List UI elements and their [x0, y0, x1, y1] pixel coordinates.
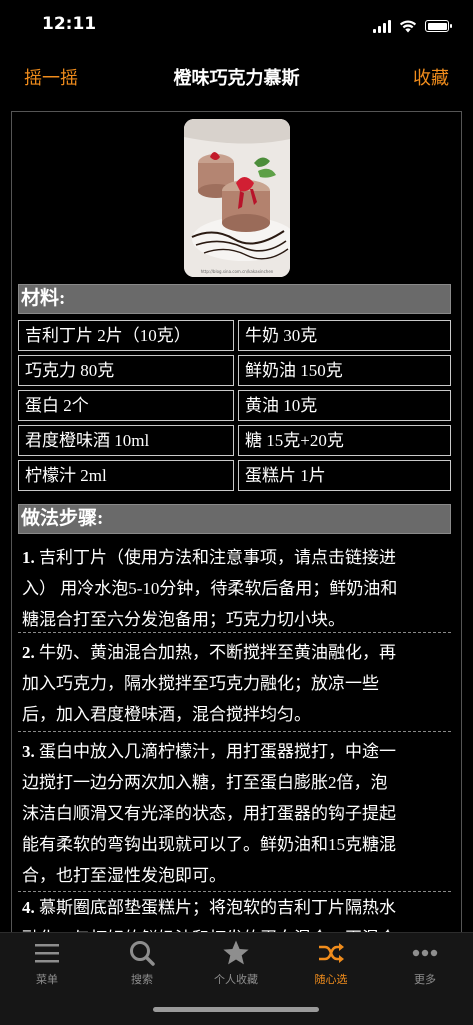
step-item: 3. 蛋白中放入几滴柠檬汁，用打蛋器搅打，中途一 边搅打一边分两次加入糖，打至蛋…	[18, 736, 451, 892]
tab-label: 随心选	[314, 973, 348, 986]
step-text: 吉利丁片（使用方法和注意事项，请点击链接进	[39, 548, 396, 567]
step-text: 蛋白中放入几滴柠檬汁，用打蛋器搅打，中途一	[39, 742, 396, 761]
step-number: 2.	[22, 643, 35, 662]
mousse-image	[184, 119, 290, 277]
status-time: 12:11	[42, 14, 97, 34]
wifi-icon	[399, 19, 417, 32]
tab-label: 菜单	[36, 973, 58, 986]
ingredient-cell: 君度橙味酒 10ml	[18, 425, 234, 456]
step-text: 入） 用冷水泡5-10分钟，待柔软后备用；鲜奶油和	[22, 579, 398, 598]
recipe-content[interactable]: http://blog.sina.com.cn/kakaxinchen 材料: …	[11, 111, 462, 935]
home-indicator[interactable]	[153, 1007, 319, 1012]
tab-favorites[interactable]: 个人收藏	[189, 933, 283, 993]
ingredients-header: 材料:	[18, 284, 451, 314]
star-icon	[223, 940, 249, 965]
status-bar: 12:11	[0, 0, 473, 50]
ingredient-cell: 蛋白 2个	[18, 390, 234, 421]
step-item: 4. 慕斯圈底部垫蛋糕片；将泡软的吉利丁片隔热水 融化，与打好的鲜奶油和打发的蛋…	[18, 892, 451, 934]
menu-icon	[35, 944, 59, 963]
step-text: 沫洁白顺滑又有光泽的状态，用打蛋器的钩子提起	[22, 804, 396, 823]
step-text: 慕斯圈底部垫蛋糕片；将泡软的吉利丁片隔热水	[39, 898, 396, 917]
tab-label: 更多	[414, 973, 436, 986]
ingredient-cell: 鲜奶油 150克	[238, 355, 451, 386]
steps-header: 做法步骤:	[18, 504, 451, 534]
tab-label: 搜索	[131, 973, 153, 986]
tab-random[interactable]: 随心选	[284, 933, 378, 993]
ingredient-cell: 吉利丁片 2片（10克）	[18, 320, 234, 351]
step-text: 边搅打一边分两次加入糖，打至蛋白膨胀2倍，泡	[22, 773, 388, 792]
step-text: 合，也打至湿性发泡即可。	[22, 866, 226, 885]
tab-search[interactable]: 搜索	[95, 933, 189, 993]
step-number: 3.	[22, 742, 35, 761]
step-text: 能有柔软的弯钩出现就可以了。鲜奶油和15克糖混	[22, 835, 396, 854]
step-item: 1. 吉利丁片（使用方法和注意事项，请点击链接进 入） 用冷水泡5-10分钟，待…	[18, 542, 451, 633]
photo-watermark: http://blog.sina.com.cn/kakaxinchen	[200, 269, 274, 274]
tab-more[interactable]: 更多	[378, 933, 472, 993]
page-title: 橙味巧克力慕斯	[173, 68, 300, 89]
step-text: 牛奶、黄油混合加热，不断搅拌至黄油融化，再	[39, 643, 396, 662]
ingredient-cell: 糖 15克+20克	[238, 425, 451, 456]
battery-icon	[425, 20, 452, 32]
ingredient-cell: 蛋糕片 1片	[238, 460, 451, 491]
ingredient-cell: 巧克力 80克	[18, 355, 234, 386]
ingredient-cell: 牛奶 30克	[238, 320, 451, 351]
step-text: 糖混合打至六分发泡备用；巧克力切小块。	[22, 610, 345, 629]
navigation-bar: 摇一摇 橙味巧克力慕斯 收藏	[0, 55, 473, 99]
step-text: 后，加入君度橙味酒，混合搅拌均匀。	[22, 705, 311, 724]
step-number: 1.	[22, 548, 35, 567]
tab-menu[interactable]: 菜单	[0, 933, 94, 993]
ingredient-cell: 柠檬汁 2ml	[18, 460, 234, 491]
search-icon	[130, 941, 155, 966]
status-icons	[373, 16, 452, 36]
favorite-button[interactable]: 收藏	[413, 64, 449, 90]
step-number: 4.	[22, 898, 35, 917]
step-item: 2. 牛奶、黄油混合加热，不断搅拌至黄油融化，再 加入巧克力，隔水搅拌至巧克力融…	[18, 637, 451, 732]
tab-label: 个人收藏	[214, 973, 258, 986]
step-text: 加入巧克力，隔水搅拌至巧克力融化；放凉一些	[22, 674, 379, 693]
more-icon	[412, 949, 438, 957]
recipe-photo: http://blog.sina.com.cn/kakaxinchen	[184, 119, 290, 277]
shuffle-icon	[319, 943, 344, 963]
cellular-signal-icon	[373, 19, 391, 33]
ingredient-cell: 黄油 10克	[238, 390, 451, 421]
